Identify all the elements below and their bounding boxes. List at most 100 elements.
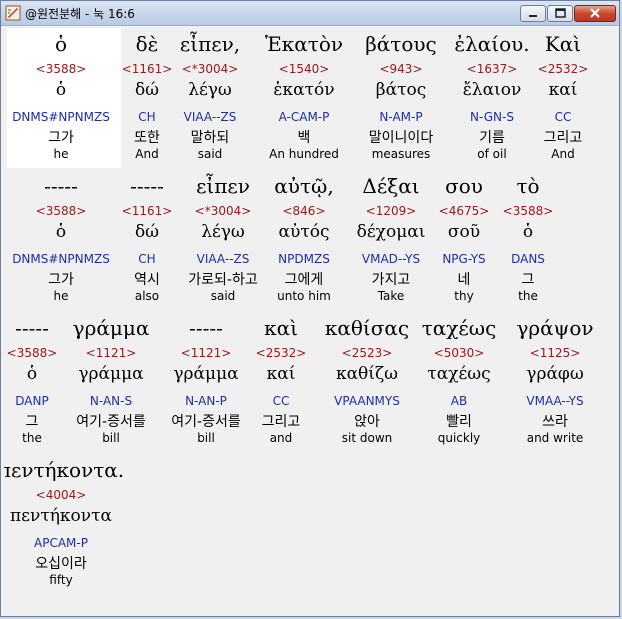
morphology-code: VIAA--ZS (183, 110, 237, 124)
english-gloss: and (269, 431, 293, 445)
english-gloss: of oil (477, 147, 507, 161)
word-cell[interactable]: πεντήκοντα. <4004> πεντήκοντα APCAM-P 오십이라 fi… (4, 454, 126, 594)
english-gloss: quickly (437, 431, 481, 445)
strong-number: <1121> (85, 346, 137, 360)
lemma: ὁ (26, 364, 38, 384)
english-gloss: fifty (49, 573, 73, 587)
word-cell[interactable]: αὐτῷ, <846> αὐτός NPDMZS 그에게 unto him (264, 170, 344, 310)
minimize-button[interactable] (520, 5, 546, 22)
lemma: ὁ (55, 80, 67, 100)
greek-word: γράμμα (72, 316, 150, 340)
close-button[interactable] (574, 5, 616, 22)
korean-gloss: 여기-증서를 (171, 414, 241, 430)
morphology-code: A-CAM-P (278, 110, 330, 124)
word-cell[interactable]: βάτους <943> βάτος N-AM-P 말이니이다 measures (356, 28, 446, 168)
english-gloss: also (134, 289, 160, 303)
korean-gloss: 오십이라 (35, 556, 87, 572)
morphology-code: VMAD--YS (361, 252, 421, 266)
strong-number: <5030> (433, 346, 485, 360)
greek-word: ὁ (54, 32, 68, 56)
strong-number: <3588> (35, 204, 87, 218)
english-gloss: measures (371, 147, 431, 161)
morphology-code: N-AN-P (185, 394, 227, 408)
strong-number: <1540> (278, 62, 330, 76)
greek-word: ----- (44, 174, 78, 198)
korean-gloss: 또한 (134, 130, 160, 146)
word-cell[interactable]: ----- <3588> ὁ DNMS#NPNMZS 그가 he (6, 170, 116, 310)
morphology-code: CH (138, 110, 156, 124)
word-cell[interactable]: ἐλαίου. <1637> ἔλαιον N-GN-S 기름 of oil (452, 28, 532, 168)
lemma: βάτος (375, 80, 427, 100)
strong-number: <3588> (502, 204, 554, 218)
strong-number: <1161> (121, 204, 173, 218)
korean-gloss: 가로되-하고 (188, 272, 258, 288)
word-cell[interactable]: ὁ <3588> ὁ DNMS#NPNMZS 그가 he (6, 28, 116, 168)
lemma: γράφω (526, 364, 584, 384)
word-cell[interactable]: ----- <3588> ὁ DANP 그 the (4, 312, 60, 452)
word-cell[interactable]: καὶ <2532> καί CC 그리고 and (251, 312, 311, 452)
korean-gloss: 네 (457, 272, 471, 288)
word-cell[interactable]: εἶπεν <*3004> λέγω VIAA--ZS 가로되-하고 said (173, 170, 273, 310)
morphology-code: DNMS#NPNMZS (12, 252, 110, 266)
word-cell[interactable]: γράψον <1125> γράφω VMAA--YS 쓰라 and write (505, 312, 605, 452)
morphology-code: VMAA--YS (526, 394, 584, 408)
lemma: ἔλαιον (462, 80, 522, 100)
word-cell[interactable]: ----- <1121> γράμμα N-AN-P 여기-증서를 bill (156, 312, 256, 452)
maximize-icon (555, 8, 566, 18)
english-gloss: And (551, 147, 575, 161)
strong-number: <3588> (6, 346, 58, 360)
greek-word: τὸ (516, 174, 540, 198)
word-cell[interactable]: ----- <1161> δώ CH 역시 also (117, 170, 177, 310)
morphology-code: CC (272, 394, 290, 408)
lemma: καθίζω (335, 364, 399, 384)
korean-gloss: 가지고 (371, 272, 411, 288)
lemma: δώ (134, 80, 160, 100)
app-window: @원전분해 - 눅 16:6 ὁ <3588> ὁ DNMS#NPNMZS 그가 he δὲ… (0, 0, 620, 617)
korean-gloss: 백 (297, 130, 311, 146)
korean-gloss: 쓰라 (542, 414, 568, 430)
korean-gloss: 그 (25, 414, 39, 430)
word-cell[interactable]: σου <4675> σοῦ NPG-YS 네 thy (434, 170, 494, 310)
word-cell[interactable]: Καὶ <2532> καί CC 그리고 And (533, 28, 593, 168)
title-bar[interactable]: @원전분해 - 눅 16:6 (1, 1, 619, 26)
strong-number: <2523> (341, 346, 393, 360)
morphology-code: APCAM-P (34, 536, 88, 550)
lemma: καί (266, 364, 296, 384)
korean-gloss: 역시 (134, 272, 160, 288)
english-gloss: thy (454, 289, 474, 303)
greek-word: Καὶ (544, 32, 582, 56)
word-cell[interactable]: δὲ <1161> δώ CH 또한 And (117, 28, 177, 168)
korean-gloss: 기름 (479, 130, 505, 146)
greek-word: ----- (130, 174, 164, 198)
morphology-code: N-AM-P (379, 110, 423, 124)
word-cell[interactable]: ταχέως <5030> ταχέως AB 빨리 quickly (419, 312, 499, 452)
word-cell[interactable]: Δέξαι <1209> δέχομαι VMAD--YS 가지고 Take (346, 170, 436, 310)
maximize-button[interactable] (547, 5, 573, 22)
korean-gloss: 그리고 (543, 130, 583, 146)
english-gloss: And (135, 147, 159, 161)
morphology-code: VPAANMYS (334, 394, 400, 408)
word-cell[interactable]: γράμμα <1121> γράμμα N-AN-S 여기-증서를 bill (61, 312, 161, 452)
greek-word: καθίσας (324, 316, 410, 340)
word-cell[interactable]: καθίσας <2523> καθίζω VPAANMYS 앉아 sit down (322, 312, 412, 452)
app-icon (5, 5, 21, 21)
english-gloss: Take (377, 289, 405, 303)
morphology-code: CC (554, 110, 572, 124)
greek-word: σου (445, 174, 483, 198)
lemma: λέγω (201, 222, 245, 242)
word-cell[interactable]: εἶπεν, <*3004> λέγω VIAA--ZS 말하되 said (170, 28, 250, 168)
lemma: καί (548, 80, 578, 100)
greek-word: ταχέως (421, 316, 497, 340)
strong-number: <4004> (35, 488, 87, 502)
word-cell[interactable]: τὸ <3588> ὁ DANS 그 the (498, 170, 558, 310)
english-gloss: said (197, 147, 223, 161)
window-title: @원전분해 - 눅 16:6 (25, 7, 135, 21)
lemma: πεντήκοντα (10, 506, 112, 526)
strong-number: <*3004> (194, 204, 252, 218)
word-cell[interactable]: Ἑκατὸν <1540> ἑκατόν A-CAM-P 백 An hundred (249, 28, 359, 168)
korean-gloss: 말이니이다 (368, 130, 434, 146)
morphology-code: DNMS#NPNMZS (12, 110, 110, 124)
strong-number: <1209> (365, 204, 417, 218)
english-gloss: unto him (277, 289, 331, 303)
english-gloss: sit down (341, 431, 393, 445)
